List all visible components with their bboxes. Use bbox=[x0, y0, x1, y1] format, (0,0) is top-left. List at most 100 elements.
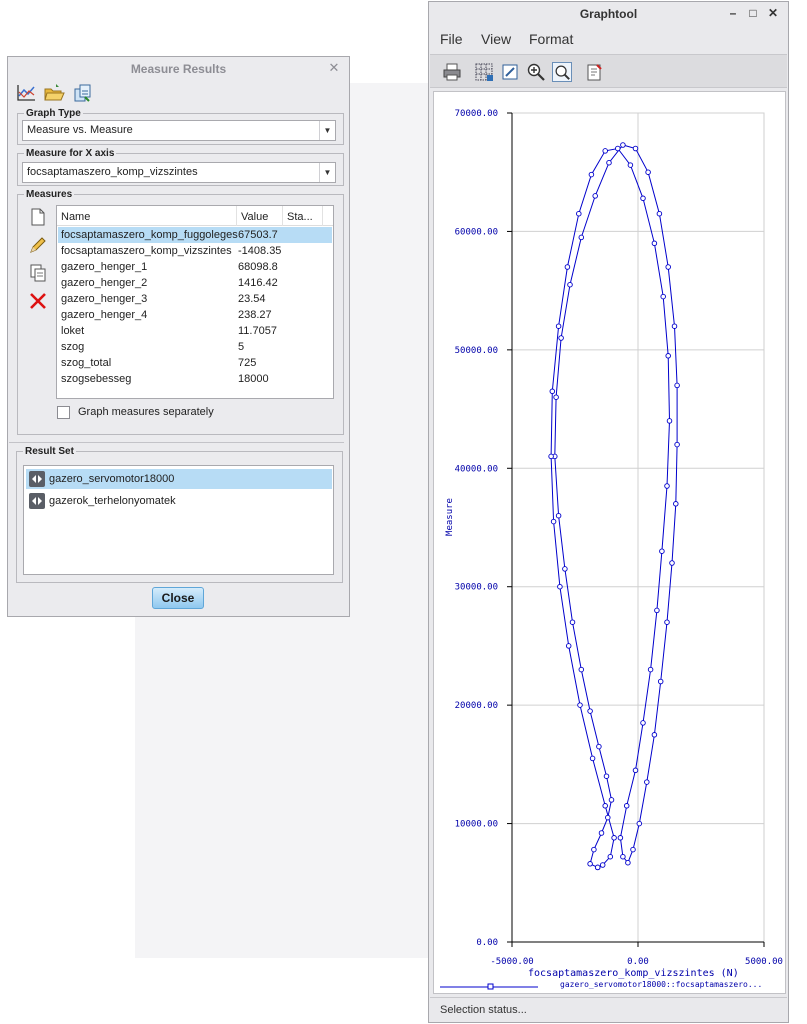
close-icon[interactable]: ✕ bbox=[327, 61, 341, 75]
graph-toolbar bbox=[430, 54, 787, 88]
result-set-label: Result Set bbox=[25, 446, 74, 457]
chart-svg: 0.00 10000.00 20000.00 30000.00 40000.00 5000… bbox=[440, 109, 783, 990]
close-icon[interactable]: ✕ bbox=[766, 6, 780, 20]
result-set-list[interactable]: gazero_servomotor18000 gazerok_terhelony… bbox=[23, 465, 334, 575]
row-value: 5 bbox=[238, 341, 245, 353]
data-point bbox=[640, 195, 646, 202]
graph-separately-label: Graph measures separately bbox=[78, 406, 214, 418]
row-name: focsaptamaszero_komp_fuggoleges bbox=[61, 229, 238, 241]
close-button[interactable]: Close bbox=[152, 587, 204, 609]
table-row[interactable]: focsaptamaszero_komp_fuggoleges 67503.7 bbox=[58, 227, 332, 243]
y-tick-label: 0.00 bbox=[476, 938, 498, 948]
data-point bbox=[664, 483, 670, 489]
data-point bbox=[625, 859, 631, 866]
x-tick-label: 0.00 bbox=[627, 957, 649, 967]
data-point bbox=[557, 583, 563, 590]
graph-separately-checkbox[interactable] bbox=[57, 406, 70, 419]
y-tick-label: 50000.00 bbox=[455, 346, 498, 356]
x-axis-label: focsaptamaszero_komp_vizszintes (N) bbox=[528, 968, 739, 979]
data-point bbox=[578, 666, 585, 673]
graph-icon[interactable] bbox=[15, 83, 37, 103]
row-value: -1408.35 bbox=[238, 245, 282, 257]
export-icon[interactable] bbox=[584, 62, 604, 82]
table-row[interactable]: szogsebesseg 18000 bbox=[58, 371, 332, 387]
y-tick-label: 60000.00 bbox=[455, 227, 498, 237]
pencil-icon[interactable] bbox=[28, 235, 48, 255]
x-axis-label: Measure for X axis bbox=[26, 148, 115, 159]
data-point bbox=[632, 767, 639, 774]
zoom-in-icon[interactable] bbox=[526, 62, 546, 82]
column-header-status[interactable]: Sta... bbox=[283, 206, 323, 226]
divider bbox=[9, 442, 344, 443]
data-point bbox=[587, 861, 593, 867]
table-header: Name Value Sta... bbox=[57, 206, 333, 226]
y-tick-label: 70000.00 bbox=[455, 109, 498, 119]
row-name: gazero_henger_2 bbox=[61, 277, 148, 289]
y-tick-label: 30000.00 bbox=[455, 583, 498, 593]
data-point bbox=[615, 145, 621, 152]
data-point bbox=[602, 803, 608, 809]
minimize-icon[interactable]: – bbox=[726, 6, 740, 20]
copy-icon[interactable] bbox=[28, 263, 48, 283]
list-item[interactable]: gazerok_terhelonyomatek bbox=[26, 491, 332, 511]
chevron-down-icon[interactable]: ▼ bbox=[319, 163, 335, 182]
column-header-value[interactable]: Value bbox=[237, 206, 283, 226]
plot-area[interactable]: 0.00 10000.00 20000.00 30000.00 40000.00 5000… bbox=[433, 91, 786, 994]
series-line bbox=[550, 144, 678, 868]
table-row[interactable]: focsaptamaszero_komp_vizszintes -1408.35 bbox=[58, 243, 332, 259]
new-document-icon[interactable] bbox=[28, 207, 48, 227]
x-axis-select[interactable]: focsaptamaszero_komp_vizszintes ▼ bbox=[22, 162, 336, 183]
legend-label: gazero_servomotor18000::focsaptamaszero.… bbox=[560, 980, 762, 989]
chevron-down-icon[interactable]: ▼ bbox=[319, 121, 335, 140]
row-name: gazero_henger_4 bbox=[61, 309, 148, 321]
data-point bbox=[550, 518, 557, 525]
graph-type-label: Graph Type bbox=[26, 108, 81, 119]
menu-view[interactable]: View bbox=[481, 31, 511, 47]
table-row[interactable]: gazero_henger_2 1416.42 bbox=[58, 275, 332, 291]
data-point bbox=[589, 755, 596, 762]
table-row[interactable]: gazero_henger_3 23.54 bbox=[58, 291, 332, 307]
measures-label: Measures bbox=[26, 189, 73, 200]
table-row[interactable]: gazero_henger_4 238.27 bbox=[58, 307, 332, 323]
data-point bbox=[553, 394, 559, 400]
legend-marker bbox=[487, 983, 494, 990]
data-point bbox=[588, 171, 595, 178]
data-point bbox=[665, 264, 671, 270]
data-point bbox=[599, 862, 606, 868]
column-header-name[interactable]: Name bbox=[57, 206, 237, 226]
data-point bbox=[659, 548, 665, 554]
grid-icon[interactable] bbox=[474, 62, 494, 82]
data-point bbox=[607, 853, 614, 860]
export-results-icon[interactable] bbox=[71, 83, 93, 103]
maximize-icon[interactable]: □ bbox=[746, 6, 760, 20]
graph-type-select[interactable]: Measure vs. Measure ▼ bbox=[22, 120, 336, 141]
x-tick-label: -5000.00 bbox=[490, 957, 533, 967]
data-point bbox=[636, 820, 643, 827]
data-point bbox=[617, 835, 624, 841]
data-point bbox=[627, 162, 634, 168]
table-row[interactable]: szog 5 bbox=[58, 339, 332, 355]
zoom-fit-icon[interactable] bbox=[552, 62, 572, 82]
open-folder-icon[interactable] bbox=[43, 83, 65, 103]
print-icon[interactable] bbox=[442, 62, 462, 82]
data-point bbox=[555, 512, 562, 519]
data-point bbox=[555, 323, 562, 329]
table-row[interactable]: szog_total 725 bbox=[58, 355, 332, 371]
menu-format[interactable]: Format bbox=[529, 31, 573, 47]
result-set-icon bbox=[29, 471, 45, 487]
list-item[interactable]: gazero_servomotor18000 bbox=[26, 469, 332, 489]
table-row[interactable]: gazero_henger_1 68098.8 bbox=[58, 259, 332, 275]
result-set-name: gazero_servomotor18000 bbox=[49, 473, 175, 485]
measures-table[interactable]: Name Value Sta... focsaptamaszero_komp_f… bbox=[56, 205, 334, 399]
menu-file[interactable]: File bbox=[440, 31, 463, 47]
data-point bbox=[548, 453, 554, 460]
table-row[interactable]: loket 11.7057 bbox=[58, 323, 332, 339]
data-point bbox=[608, 797, 615, 803]
data-point bbox=[647, 666, 654, 673]
y-axis-label: Measure bbox=[445, 498, 455, 536]
row-value: 238.27 bbox=[238, 309, 272, 321]
data-point bbox=[623, 803, 630, 809]
edit-axes-icon[interactable] bbox=[500, 62, 520, 82]
row-value: 725 bbox=[238, 357, 257, 369]
delete-icon[interactable] bbox=[28, 291, 48, 311]
